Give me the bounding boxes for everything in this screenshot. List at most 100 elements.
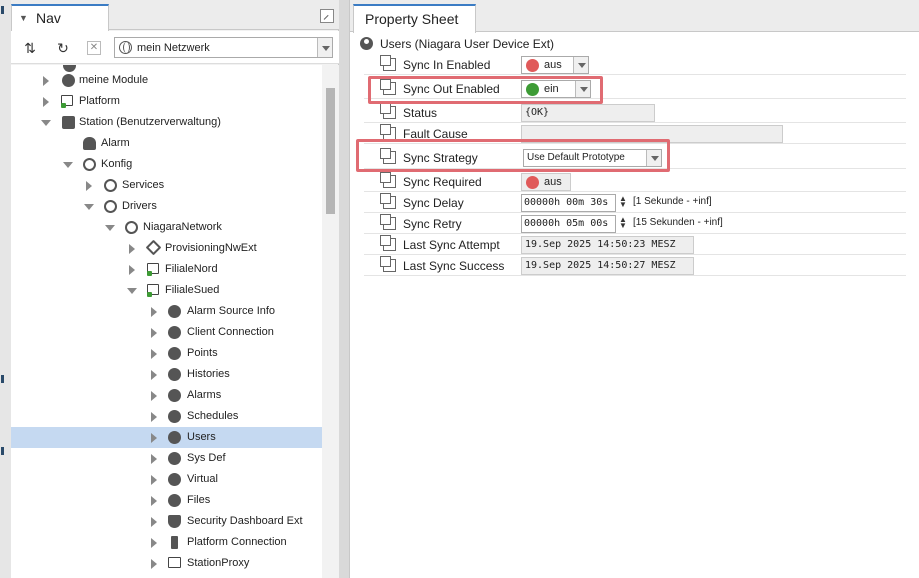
- expand-arrow-icon[interactable]: [151, 454, 157, 464]
- property-name: Status: [403, 106, 438, 120]
- expand-arrow-icon[interactable]: [151, 307, 157, 317]
- tree-item-meine-module[interactable]: meine Module: [11, 70, 322, 91]
- tree-label: Virtual: [187, 473, 218, 485]
- sync-arrows-icon[interactable]: ⇅: [21, 39, 39, 57]
- property-sheet-tab-label: Property Sheet: [365, 11, 459, 27]
- tree-item-security-dashboard-ext[interactable]: Security Dashboard Ext: [11, 511, 322, 532]
- sync-delay-range: [1 Sekunde - +inf]: [633, 196, 712, 207]
- sync-required-value: aus: [521, 173, 571, 191]
- tree-item-virtual[interactable]: Virtual: [11, 469, 322, 490]
- sync-delay-input[interactable]: 00000h 00m 30s: [521, 194, 616, 212]
- tree-item-users[interactable]: Users: [11, 427, 322, 448]
- network-select[interactable]: mein Netzwerk: [114, 37, 333, 58]
- property-slot-icon: [380, 55, 396, 71]
- tree-label: Client Connection: [187, 326, 274, 338]
- left-edge-strip: [0, 0, 11, 578]
- expand-arrow-icon[interactable]: [86, 181, 92, 191]
- tree-item-niagaranetwork[interactable]: NiagaraNetwork: [11, 217, 322, 238]
- maximize-icon[interactable]: [320, 9, 334, 23]
- expand-arrow-icon[interactable]: [129, 265, 135, 275]
- expand-arrow-icon[interactable]: [43, 76, 49, 86]
- tree-item-points[interactable]: Points: [11, 343, 322, 364]
- tree-item-alarm[interactable]: Alarm: [11, 133, 322, 154]
- sync-out-enabled-select[interactable]: ein: [521, 80, 591, 98]
- tree-item-platform[interactable]: Platform: [11, 91, 322, 112]
- expand-arrow-icon[interactable]: [151, 328, 157, 338]
- collapse-arrow-icon[interactable]: [105, 225, 115, 231]
- chevron-down-icon[interactable]: ▼: [19, 13, 28, 23]
- tree-item-konfig[interactable]: Konfig: [11, 154, 322, 175]
- edge-marker: [1, 447, 4, 455]
- chevron-down-icon[interactable]: [317, 38, 332, 57]
- tree-item-alarm-source-info[interactable]: Alarm Source Info: [11, 301, 322, 322]
- tree-item-station[interactable]: Station (Benutzerverwaltung): [11, 112, 322, 133]
- tree-item-files[interactable]: Files: [11, 490, 322, 511]
- tree-label: Histories: [187, 368, 230, 380]
- expand-arrow-icon[interactable]: [151, 538, 157, 548]
- services-icon: [104, 179, 117, 192]
- expand-arrow-icon[interactable]: [43, 97, 49, 107]
- tree-item-sys-def[interactable]: Sys Def: [11, 448, 322, 469]
- property-name: Fault Cause: [403, 127, 468, 141]
- expand-arrow-icon[interactable]: [151, 559, 157, 569]
- property-name: Sync Strategy: [403, 151, 478, 165]
- expand-arrow-icon[interactable]: [151, 433, 157, 443]
- nav-tab[interactable]: ▼ Nav: [11, 4, 109, 31]
- tree-item-alarms[interactable]: Alarms: [11, 385, 322, 406]
- expand-arrow-icon[interactable]: [151, 475, 157, 485]
- tree-item-services[interactable]: Services: [11, 175, 322, 196]
- refresh-icon[interactable]: ↻: [54, 39, 72, 57]
- last-sync-attempt-value: 19.Sep 2025 14:50:23 MESZ: [521, 236, 694, 254]
- close-icon[interactable]: ✕: [87, 41, 101, 55]
- schedules-icon: [168, 410, 181, 423]
- expand-arrow-icon[interactable]: [151, 391, 157, 401]
- expand-arrow-icon[interactable]: [151, 349, 157, 359]
- station-icon: [62, 116, 75, 129]
- property-slot-icon: [380, 79, 396, 95]
- tree-item-client-connection[interactable]: Client Connection: [11, 322, 322, 343]
- property-row-sync-in-enabled: Sync In Enabled aus: [364, 54, 906, 75]
- tree-item-filialesued[interactable]: FilialeSued: [11, 280, 322, 301]
- drivers-icon: [104, 200, 117, 213]
- sync-in-enabled-select[interactable]: aus: [521, 56, 589, 74]
- tree-item-provisioningnwext[interactable]: ProvisioningNwExt: [11, 238, 322, 259]
- collapse-arrow-icon[interactable]: [41, 120, 51, 126]
- tree-item-platform-connection[interactable]: Platform Connection: [11, 532, 322, 553]
- property-value: Use Default Prototype: [527, 152, 625, 163]
- tree-item-filialenord[interactable]: FilialeNord: [11, 259, 322, 280]
- collapse-arrow-icon[interactable]: [63, 162, 73, 168]
- spinner-icon[interactable]: ▲ ▼: [619, 195, 627, 209]
- collapse-arrow-icon[interactable]: [84, 204, 94, 210]
- property-sheet-panel: Property Sheet Users (Niagara User Devic…: [349, 0, 919, 578]
- property-row-last-sync-success: Last Sync Success 19.Sep 2025 14:50:27 M…: [364, 255, 906, 276]
- database-icon: [83, 158, 96, 171]
- tree-item-drivers[interactable]: Drivers: [11, 196, 322, 217]
- tree-item-stationproxy[interactable]: StationProxy: [11, 553, 322, 574]
- chevron-down-icon[interactable]: [573, 57, 588, 73]
- false-dot-icon: [526, 59, 539, 72]
- histories-icon: [168, 368, 181, 381]
- chevron-down-icon[interactable]: [646, 150, 661, 166]
- property-name: Sync Retry: [403, 217, 462, 231]
- nav-panel: ▼ Nav ⇅ ↻ ✕ mein Netzwerk meine Module P…: [11, 0, 339, 578]
- sync-strategy-select[interactable]: Use Default Prototype: [523, 149, 662, 167]
- property-value: aus: [544, 59, 562, 71]
- expand-arrow-icon[interactable]: [151, 370, 157, 380]
- points-icon: [168, 347, 181, 360]
- alarm-source-icon: [168, 305, 181, 318]
- nav-scrollbar[interactable]: [322, 65, 339, 578]
- spinner-icon[interactable]: ▲ ▼: [619, 216, 627, 230]
- collapse-arrow-icon[interactable]: [127, 288, 137, 294]
- nav-toolbar: ⇅ ↻ ✕ mein Netzwerk: [11, 31, 339, 64]
- chevron-down-icon[interactable]: [575, 81, 590, 97]
- tree-item-histories[interactable]: Histories: [11, 364, 322, 385]
- expand-arrow-icon[interactable]: [129, 244, 135, 254]
- tab-property-sheet[interactable]: Property Sheet: [353, 4, 476, 33]
- scrollbar-thumb[interactable]: [326, 88, 335, 214]
- sync-retry-input[interactable]: 00000h 05m 00s: [521, 215, 616, 233]
- expand-arrow-icon[interactable]: [151, 496, 157, 506]
- expand-arrow-icon[interactable]: [151, 517, 157, 527]
- expand-arrow-icon[interactable]: [151, 412, 157, 422]
- tree-label: Alarms: [187, 389, 222, 401]
- tree-item-schedules[interactable]: Schedules: [11, 406, 322, 427]
